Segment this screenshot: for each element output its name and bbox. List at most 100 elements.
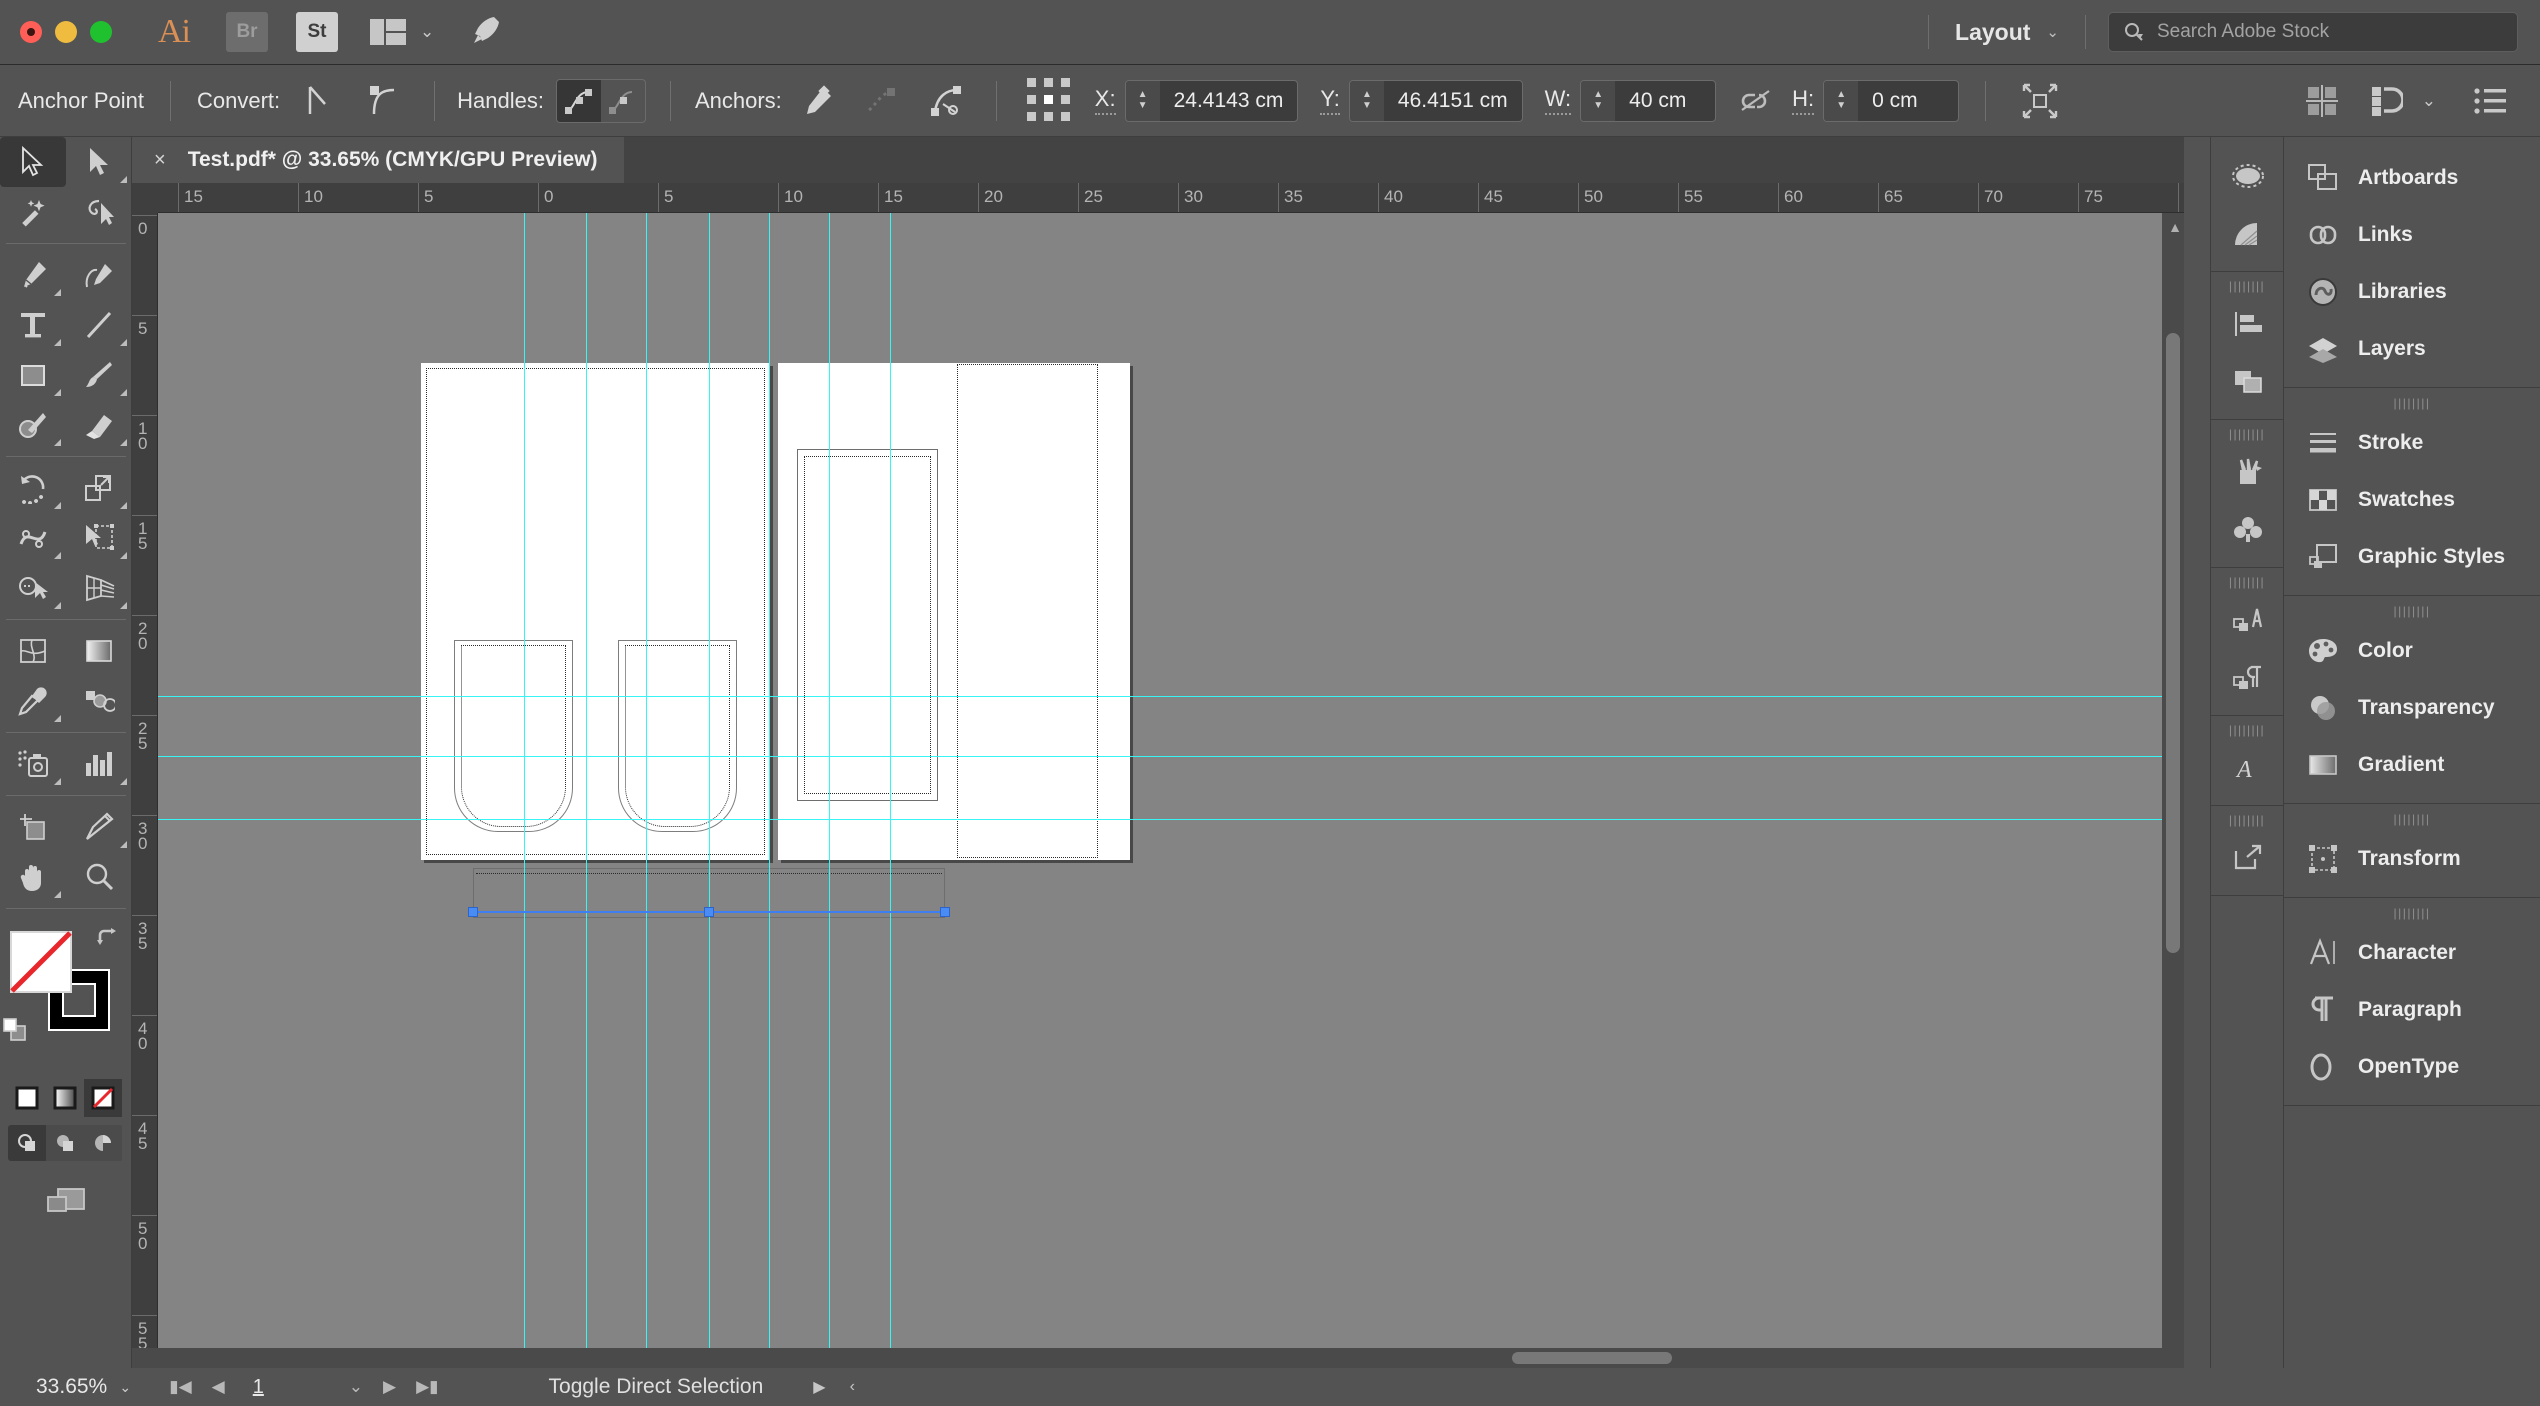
- rocket-icon[interactable]: [468, 13, 502, 52]
- draw-inside-button[interactable]: [84, 1125, 122, 1161]
- magic-wand-tool[interactable]: [0, 187, 66, 237]
- color-mode-button[interactable]: [8, 1079, 46, 1117]
- panel-grip-handle[interactable]: ||||||||: [2284, 596, 2540, 622]
- blend-tool[interactable]: [66, 676, 132, 726]
- shaper-tool[interactable]: [0, 400, 66, 450]
- isolate-selected-object-icon[interactable]: [2020, 81, 2060, 121]
- panel-item-opentype[interactable]: OpenType: [2284, 1038, 2540, 1095]
- ruler-origin[interactable]: [132, 183, 158, 213]
- bridge-button[interactable]: Br: [226, 12, 268, 52]
- guide-vertical[interactable]: [829, 213, 830, 1369]
- character-styles-icon[interactable]: [2211, 591, 2285, 649]
- w-stepper[interactable]: ▲▼: [1581, 80, 1615, 122]
- document-tab[interactable]: × Test.pdf* @ 33.65% (CMYK/GPU Preview): [132, 137, 624, 183]
- panel-grip-handle[interactable]: ||||||||: [2284, 898, 2540, 924]
- default-fill-stroke-icon[interactable]: [2, 1017, 32, 1052]
- panel-item-color[interactable]: Color: [2284, 622, 2540, 679]
- panel-item-character[interactable]: Character: [2284, 924, 2540, 981]
- minimize-window-button[interactable]: [55, 21, 77, 43]
- chevron-down-icon[interactable]: ⌄: [2422, 91, 2436, 111]
- guide-vertical[interactable]: [646, 213, 647, 1369]
- convert-to-smooth-icon[interactable]: [364, 81, 404, 121]
- panel-item-links[interactable]: Links: [2284, 206, 2540, 263]
- artboard-tool[interactable]: [0, 802, 66, 852]
- draw-normal-button[interactable]: [8, 1125, 46, 1161]
- y-stepper[interactable]: ▲▼: [1350, 80, 1384, 122]
- rectangle-tool[interactable]: [0, 350, 66, 400]
- reference-point-proxy-icon[interactable]: [1027, 78, 1073, 124]
- appearance-panel-icon[interactable]: A: [2211, 739, 2285, 797]
- canvas-vertical-scrollbar[interactable]: ▲ ▼: [2162, 213, 2184, 1369]
- fill-color-swatch[interactable]: [10, 931, 72, 993]
- guide-vertical[interactable]: [890, 213, 891, 1369]
- convert-to-corner-icon[interactable]: [298, 81, 338, 121]
- guide-vertical[interactable]: [586, 213, 587, 1369]
- align-icon[interactable]: [2302, 81, 2342, 121]
- width-field[interactable]: ▲▼ 40 cm: [1580, 80, 1716, 122]
- pathfinder-panel-icon[interactable]: [2211, 353, 2285, 411]
- swap-fill-stroke-icon[interactable]: [96, 927, 122, 957]
- scale-tool[interactable]: [66, 463, 132, 513]
- panel-item-paragraph[interactable]: Paragraph: [2284, 981, 2540, 1038]
- free-transform-tool[interactable]: [66, 513, 132, 563]
- panel-item-graphic-styles[interactable]: Graphic Styles: [2284, 528, 2540, 585]
- zoom-tool[interactable]: [66, 852, 132, 902]
- scrollbar-thumb[interactable]: [2166, 333, 2180, 953]
- align-panel-icon[interactable]: [2211, 295, 2285, 353]
- h-stepper[interactable]: ▲▼: [1824, 80, 1858, 122]
- panel-item-transparency[interactable]: Transparency: [2284, 679, 2540, 736]
- artboard-viewport[interactable]: [158, 213, 2184, 1369]
- panel-item-swatches[interactable]: Swatches: [2284, 471, 2540, 528]
- panel-item-gradient[interactable]: Gradient: [2284, 736, 2540, 793]
- add-anchor-point-icon[interactable]: [798, 81, 838, 121]
- workspace-switcher[interactable]: Layout ⌄: [1929, 19, 2085, 46]
- stock-button[interactable]: St: [296, 12, 338, 52]
- direct-selection-tool[interactable]: [66, 137, 132, 187]
- horizontal-ruler[interactable]: 1510505101520253035404550556065707580859…: [158, 183, 2184, 213]
- anchor-point[interactable]: [940, 907, 950, 917]
- transform-panel-icon[interactable]: [2366, 81, 2406, 121]
- panel-grip-handle[interactable]: ||||||||: [2211, 716, 2283, 739]
- first-artboard-icon[interactable]: ▮◀: [169, 1377, 191, 1397]
- hand-tool[interactable]: [0, 852, 66, 902]
- maximize-window-button[interactable]: [90, 21, 112, 43]
- artboard-number-field[interactable]: 1: [245, 1376, 329, 1399]
- brushes-panel-icon[interactable]: [2211, 147, 2285, 205]
- unlink-proportions-icon[interactable]: [1736, 81, 1776, 121]
- gradient-mode-button[interactable]: [46, 1079, 84, 1117]
- width-tool[interactable]: [0, 513, 66, 563]
- x-stepper[interactable]: ▲▼: [1126, 80, 1160, 122]
- selection-tool[interactable]: [0, 137, 66, 187]
- cut-path-at-anchor-icon[interactable]: [926, 81, 966, 121]
- eraser-tool[interactable]: [66, 400, 132, 450]
- eyedropper-tool[interactable]: [0, 676, 66, 726]
- vertical-ruler[interactable]: 051 01 52 02 53 03 54 04 55 05 5: [132, 213, 158, 1369]
- zoom-chevron-down-icon[interactable]: ⌄: [107, 1379, 143, 1396]
- line-segment-tool[interactable]: [66, 300, 132, 350]
- zoom-level-label[interactable]: 33.65%: [36, 1375, 107, 1399]
- close-window-button[interactable]: [20, 21, 42, 43]
- status-resize-icon[interactable]: ‹: [850, 1378, 855, 1396]
- draw-behind-button[interactable]: [46, 1125, 84, 1161]
- symbol-library-icon[interactable]: [2211, 501, 2285, 559]
- paintbrush-tool[interactable]: [66, 350, 132, 400]
- change-screen-mode-icon[interactable]: [0, 1183, 131, 1219]
- close-icon[interactable]: ×: [154, 149, 166, 172]
- perspective-grid-tool[interactable]: [66, 563, 132, 613]
- column-graph-tool[interactable]: [66, 739, 132, 789]
- panel-grip-handle[interactable]: ||||||||: [2211, 272, 2283, 295]
- y-coordinate-field[interactable]: ▲▼ 46.4151 cm: [1349, 80, 1523, 122]
- symbol-sprayer-tool[interactable]: [0, 739, 66, 789]
- lasso-tool[interactable]: [66, 187, 132, 237]
- last-artboard-icon[interactable]: ▶▮: [416, 1377, 438, 1397]
- status-text[interactable]: Toggle Direct Selection: [549, 1375, 764, 1399]
- artboard-chevron-down-icon[interactable]: ⌄: [349, 1377, 363, 1397]
- panel-grip-handle[interactable]: ||||||||: [2211, 568, 2283, 591]
- selected-path[interactable]: [473, 911, 945, 913]
- panel-item-stroke[interactable]: Stroke: [2284, 414, 2540, 471]
- gradient-tool[interactable]: [66, 626, 132, 676]
- type-tool[interactable]: [0, 300, 66, 350]
- mesh-tool[interactable]: [0, 626, 66, 676]
- previous-artboard-icon[interactable]: ◀: [212, 1377, 225, 1397]
- scroll-up-icon[interactable]: ▲: [2168, 219, 2182, 235]
